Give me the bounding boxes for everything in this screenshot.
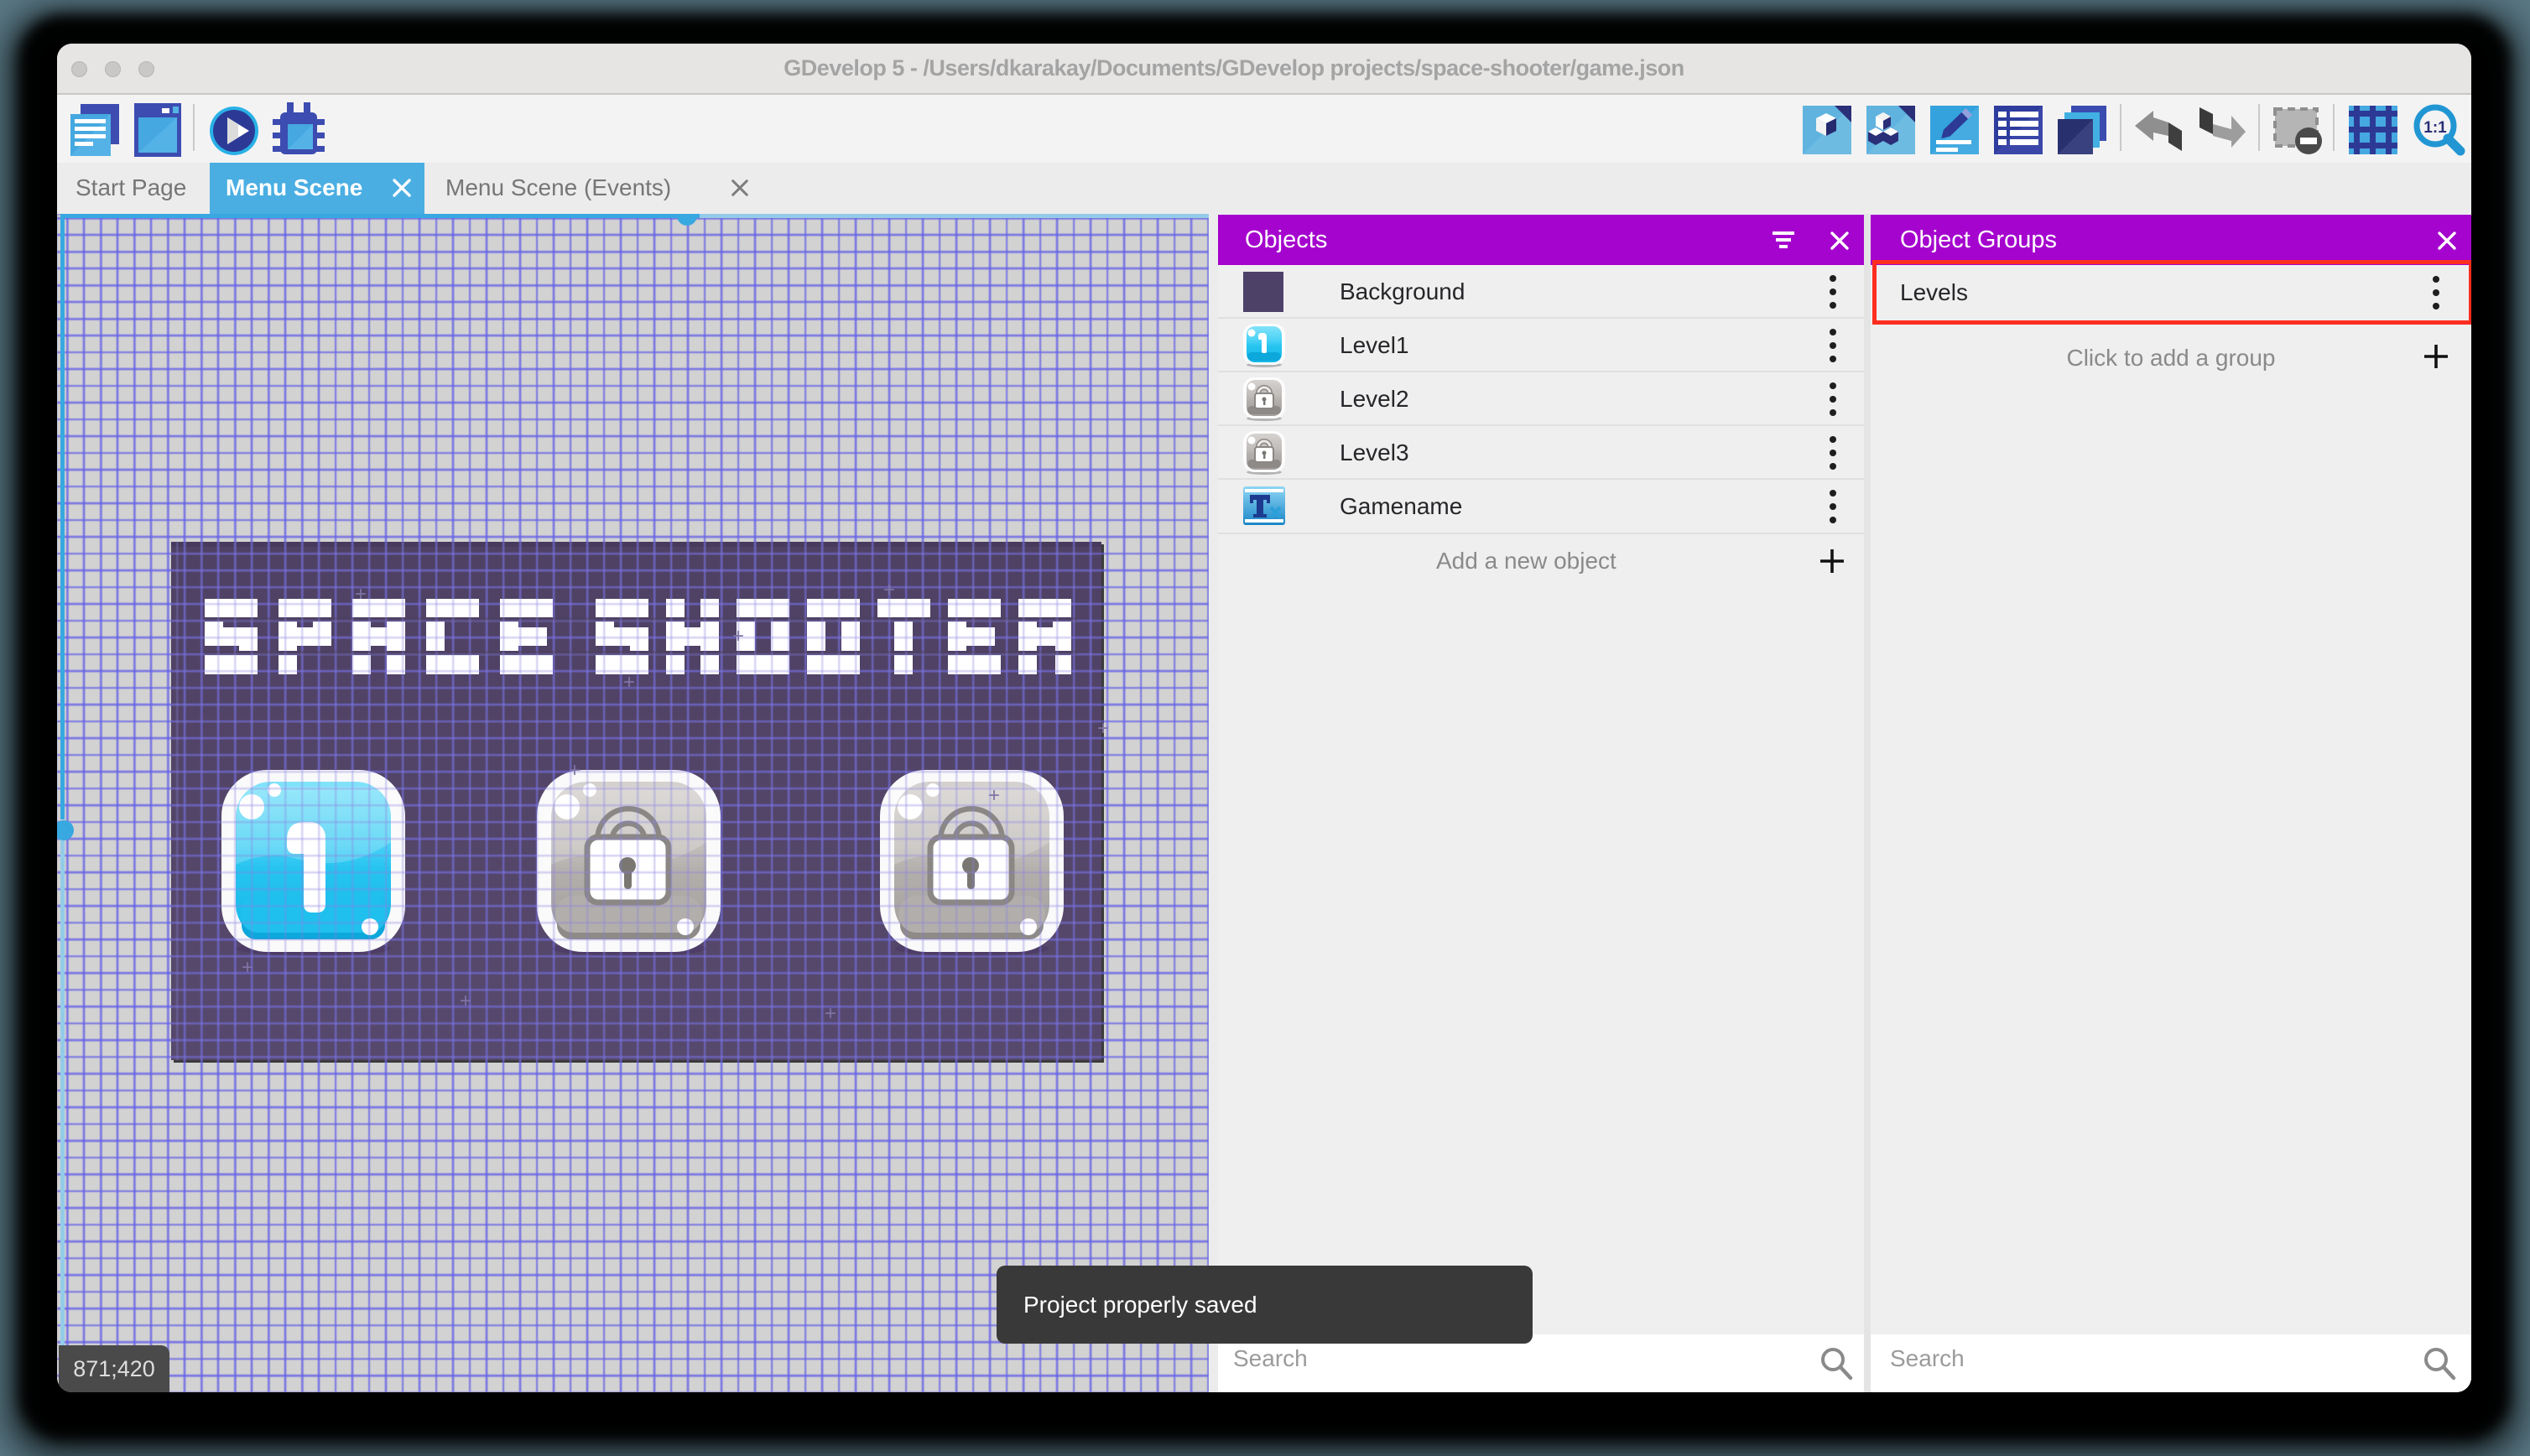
svg-text:1:1: 1:1 — [2423, 119, 2447, 137]
